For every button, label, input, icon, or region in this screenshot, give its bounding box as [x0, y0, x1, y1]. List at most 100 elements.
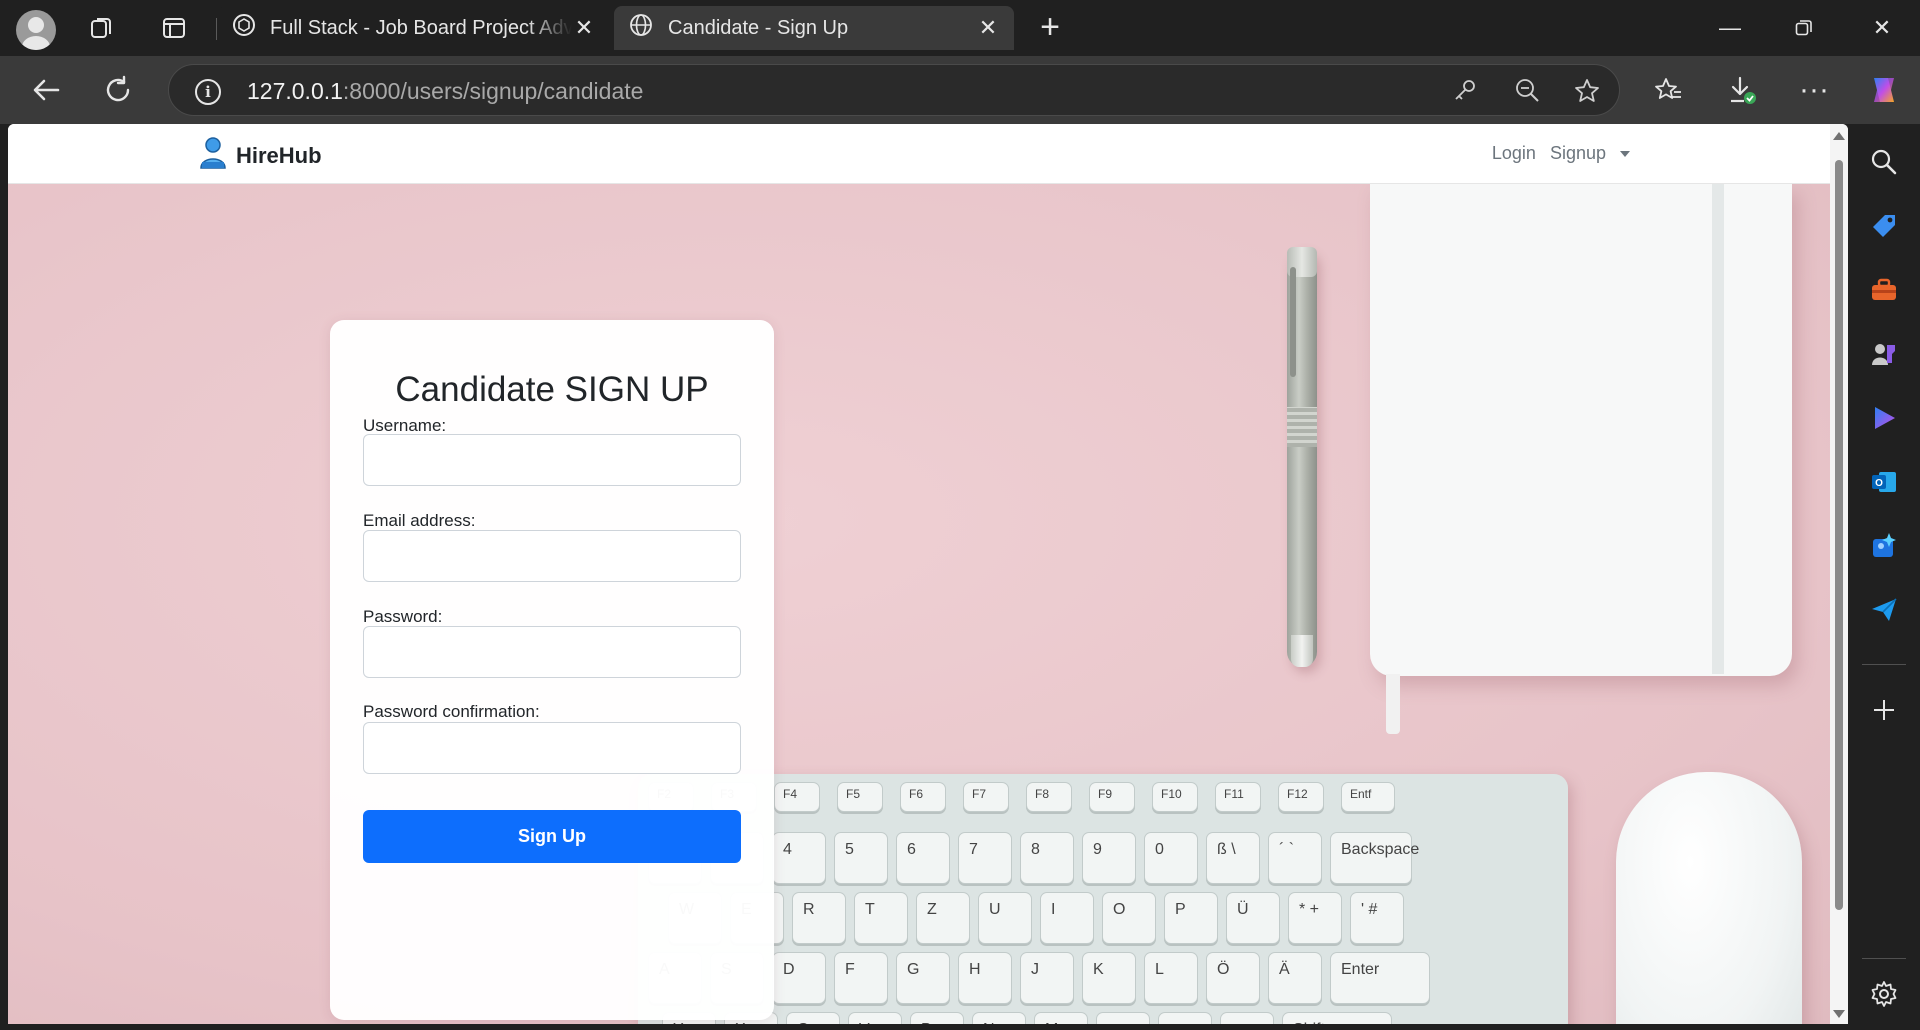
sign-up-button[interactable]: Sign Up: [363, 810, 741, 863]
mouse-image: [1616, 772, 1802, 1024]
copilot-sidebar-icon[interactable]: [1866, 400, 1902, 436]
keyboard-key: Ä: [1268, 952, 1322, 1004]
signup-dropdown[interactable]: Signup: [1550, 143, 1630, 164]
page-viewport: HireHub Login Signup F2F3F4F5F6F7F8F9F10…: [8, 124, 1848, 1024]
caret-down-icon: [1620, 151, 1630, 158]
info-icon[interactable]: i: [195, 79, 221, 105]
send-icon[interactable]: [1866, 592, 1902, 628]
browser-toolbar: i 127.0.0.1:8000/users/signup/candidate …: [0, 56, 1920, 124]
keyboard-key: 9: [1082, 832, 1136, 884]
keyboard-key: V: [848, 1012, 902, 1024]
sidebar-divider: [1862, 958, 1906, 959]
keyboard-key: Shift: [1282, 1012, 1392, 1024]
minimize-icon[interactable]: —: [1710, 10, 1750, 46]
username-label: Username:: [363, 416, 447, 435]
email-field[interactable]: [363, 530, 741, 582]
star-icon[interactable]: [1573, 77, 1601, 105]
vertical-scrollbar[interactable]: [1830, 124, 1848, 1024]
tab-separator: [216, 18, 217, 40]
browser-tab-bar: Full Stack - Job Board Project Adv ✕ Can…: [0, 0, 1920, 56]
workspaces-icon[interactable]: [86, 12, 118, 44]
key-icon[interactable]: [1451, 77, 1479, 105]
close-tab-icon[interactable]: ✕: [976, 15, 1000, 41]
close-window-icon[interactable]: ✕: [1862, 10, 1902, 46]
keyboard-key: K: [1082, 952, 1136, 1004]
keyboard-key: * +: [1288, 892, 1342, 944]
toolbox-icon[interactable]: [1866, 272, 1902, 308]
back-arrow-icon[interactable]: [26, 70, 66, 110]
keyboard-key: Ü: [1226, 892, 1280, 944]
login-link[interactable]: Login: [1492, 143, 1536, 164]
designer-icon[interactable]: [1866, 528, 1902, 564]
profile-avatar-icon[interactable]: [16, 10, 56, 50]
keyboard-key: 0: [1144, 832, 1198, 884]
tab-job-board[interactable]: Full Stack - Job Board Project Adv ✕: [218, 6, 610, 50]
brand[interactable]: HireHub: [198, 136, 322, 175]
keyboard-key: I: [1040, 892, 1094, 944]
notebook-band: [1712, 184, 1724, 674]
scrollbar-thumb[interactable]: [1835, 160, 1843, 910]
edge-sidebar: O: [1848, 124, 1920, 1030]
pen-clip: [1290, 267, 1296, 377]
keyboard-key: Enter: [1330, 952, 1430, 1004]
keyboard-key: F5: [837, 782, 883, 812]
keyboard-key: ´ `: [1268, 832, 1322, 884]
keyboard-key: –: [1220, 1012, 1274, 1024]
scroll-up-icon[interactable]: [1833, 132, 1845, 140]
keyboard-key: F: [834, 952, 888, 1004]
password-confirmation-field[interactable]: [363, 722, 741, 774]
scroll-down-icon[interactable]: [1833, 1010, 1845, 1018]
keyboard-key: F7: [963, 782, 1009, 812]
favorites-icon[interactable]: [1648, 70, 1688, 110]
settings-icon[interactable]: [1866, 976, 1902, 1012]
keyboard-key: 4: [772, 832, 826, 884]
refresh-icon[interactable]: [98, 70, 138, 110]
chatgpt-favicon-icon: [232, 13, 256, 43]
signup-card: Candidate SIGN UP Username: Email addres…: [330, 320, 774, 1020]
more-icon[interactable]: ···: [1794, 70, 1834, 110]
tab-candidate-signup[interactable]: Candidate - Sign Up ✕: [614, 6, 1014, 50]
keyboard-key: Backspace: [1330, 832, 1419, 884]
download-icon[interactable]: [1722, 70, 1762, 110]
pen-tip: [1291, 635, 1313, 667]
sidebar-divider: [1862, 664, 1906, 665]
keyboard-image: F2F3F4F5F6F7F8F9F10F11F12Entf234567890ß …: [638, 774, 1568, 1024]
add-icon[interactable]: [1866, 692, 1902, 728]
search-icon[interactable]: [1866, 144, 1902, 180]
games-icon[interactable]: [1866, 336, 1902, 372]
keyboard-key: M: [1034, 1012, 1088, 1024]
shopping-tag-icon[interactable]: [1866, 208, 1902, 244]
address-bar[interactable]: i 127.0.0.1:8000/users/signup/candidate: [168, 64, 1620, 116]
outlook-icon[interactable]: O: [1866, 464, 1902, 500]
copilot-icon[interactable]: [1864, 70, 1904, 110]
keyboard-key: O: [1102, 892, 1156, 944]
keyboard-key: 6: [896, 832, 950, 884]
keyboard-key: 7: [958, 832, 1012, 884]
pen-image: [1287, 247, 1317, 667]
restore-icon[interactable]: [1784, 10, 1824, 46]
keyboard-key: J: [1020, 952, 1074, 1004]
close-tab-icon[interactable]: ✕: [572, 15, 596, 41]
zoom-out-icon[interactable]: [1513, 77, 1541, 105]
keyboard-key: ß \: [1206, 832, 1260, 884]
password-field[interactable]: [363, 626, 741, 678]
pen-grip: [1287, 407, 1317, 447]
keyboard-key: Entf: [1341, 782, 1395, 812]
email-label: Email address:: [363, 511, 476, 530]
keyboard-key: 5: [834, 832, 888, 884]
password-confirmation-label: Password confirmation:: [363, 702, 540, 721]
tab-actions-icon[interactable]: [158, 12, 190, 44]
globe-favicon-icon: [628, 12, 654, 44]
new-tab-icon[interactable]: +: [1034, 10, 1066, 44]
password-label: Password:: [363, 607, 443, 626]
keyboard-key: G: [896, 952, 950, 1004]
hero-background: F2F3F4F5F6F7F8F9F10F11F12Entf234567890ß …: [8, 184, 1830, 1024]
keyboard-key: Z: [916, 892, 970, 944]
keyboard-key: 8: [1020, 832, 1074, 884]
url-text[interactable]: 127.0.0.1:8000/users/signup/candidate: [247, 78, 643, 105]
username-field[interactable]: [363, 434, 741, 486]
keyboard-key: :: [1158, 1012, 1212, 1024]
svg-text:O: O: [1875, 478, 1883, 489]
signup-label: Signup: [1549, 143, 1606, 163]
keyboard-key: N: [972, 1012, 1026, 1024]
